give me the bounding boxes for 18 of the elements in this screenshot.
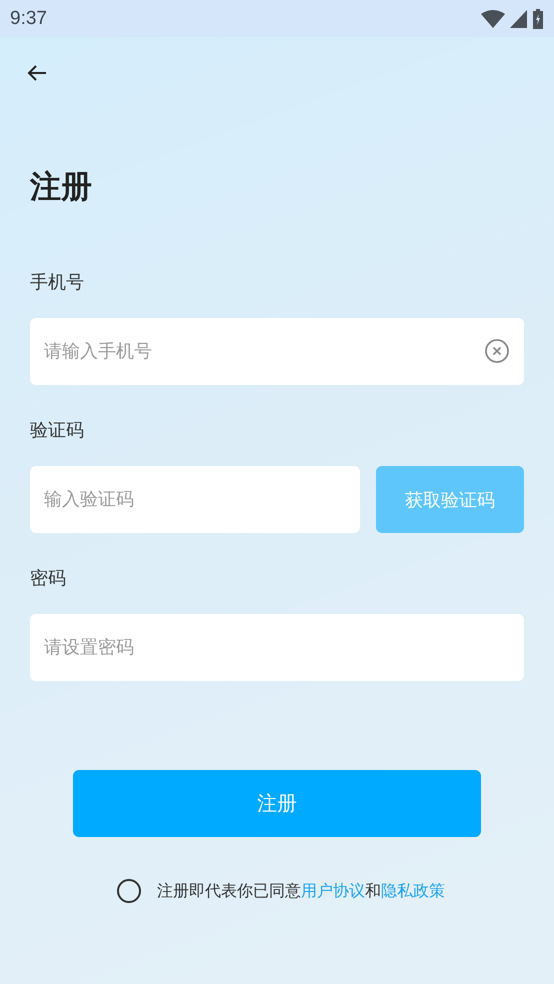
agreement-link[interactable]: 隐私政策: [381, 880, 445, 900]
field-label: 手机号: [30, 271, 85, 295]
agreement-text: 注册即代表你已同意用户协议和隐私政策: [157, 880, 445, 902]
code-field[interactable]: 输入验证码: [30, 466, 360, 533]
clear-icon[interactable]: [484, 338, 510, 364]
password-field[interactable]: 请设置密码: [30, 614, 524, 681]
page-title: 注册: [30, 168, 93, 207]
agree-checkbox[interactable]: [117, 879, 141, 903]
wifi-icon: [481, 10, 505, 28]
field-label: 验证码: [30, 419, 85, 443]
signal-icon: [510, 10, 527, 28]
register-button[interactable]: 注册: [73, 770, 481, 837]
field-label: 密码: [30, 567, 67, 591]
phone-field[interactable]: 请输入手机号: [30, 318, 524, 385]
status-time: 9:37: [10, 8, 47, 30]
get-code-button[interactable]: 获取验证码: [376, 466, 524, 533]
agreement-link[interactable]: 用户协议: [301, 880, 365, 900]
battery-icon: [532, 8, 544, 28]
